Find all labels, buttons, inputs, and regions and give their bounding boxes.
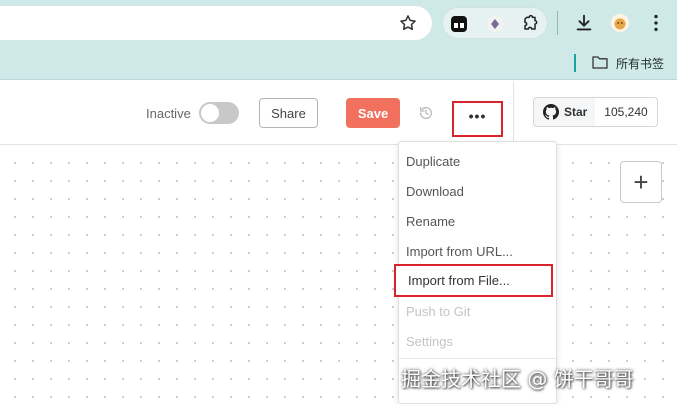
- bookmarks-separator: [574, 54, 576, 72]
- active-status-label: Inactive: [146, 106, 191, 121]
- toggle-knob: [201, 104, 219, 122]
- download-icon[interactable]: [573, 12, 595, 34]
- menu-item-download[interactable]: Download: [399, 176, 556, 206]
- history-icon[interactable]: [418, 105, 434, 121]
- github-star-label: Star: [564, 105, 588, 119]
- active-toggle[interactable]: [199, 102, 239, 124]
- workflow-header: Inactive Share Save ••• Star 105,240: [0, 81, 677, 145]
- browser-menu-icon[interactable]: [645, 12, 667, 34]
- all-bookmarks-label[interactable]: 所有书签: [616, 55, 664, 72]
- share-button[interactable]: Share: [259, 98, 318, 128]
- menu-item-import-from-url[interactable]: Import from URL...: [399, 236, 556, 266]
- address-bar[interactable]: [0, 6, 432, 40]
- menu-separator: [399, 358, 556, 359]
- extension-app-icon[interactable]: [449, 14, 469, 34]
- add-node-button[interactable]: +: [620, 161, 662, 203]
- extensions-puzzle-icon[interactable]: [520, 14, 540, 34]
- menu-item-push-to-git: Push to Git: [406, 303, 471, 319]
- bookmark-star-icon[interactable]: [398, 13, 418, 33]
- bookmarks-bar: 所有书签: [0, 46, 677, 80]
- github-icon: [543, 104, 559, 120]
- watermark: 掘金技术社区 @ 饼干哥哥: [401, 367, 634, 391]
- profile-avatar-icon[interactable]: [609, 12, 631, 34]
- github-star-button[interactable]: Star: [533, 97, 596, 127]
- github-star-count[interactable]: 105,240: [595, 97, 658, 127]
- menu-item-import-from-file[interactable]: Import from File...: [394, 264, 553, 297]
- header-divider: [513, 81, 514, 145]
- menu-item-duplicate[interactable]: Duplicate: [399, 146, 556, 176]
- menu-item-rename[interactable]: Rename: [399, 206, 556, 236]
- save-button[interactable]: Save: [346, 98, 400, 128]
- menu-item-settings: Settings: [406, 333, 453, 349]
- more-options-button[interactable]: •••: [452, 101, 503, 137]
- toolbar-separator: [557, 11, 558, 35]
- folder-icon[interactable]: [592, 55, 608, 69]
- browser-toolbar: [0, 0, 677, 46]
- extension-diamond-icon[interactable]: [485, 14, 505, 34]
- extensions-group: [442, 7, 548, 39]
- more-dots-icon: •••: [468, 108, 487, 124]
